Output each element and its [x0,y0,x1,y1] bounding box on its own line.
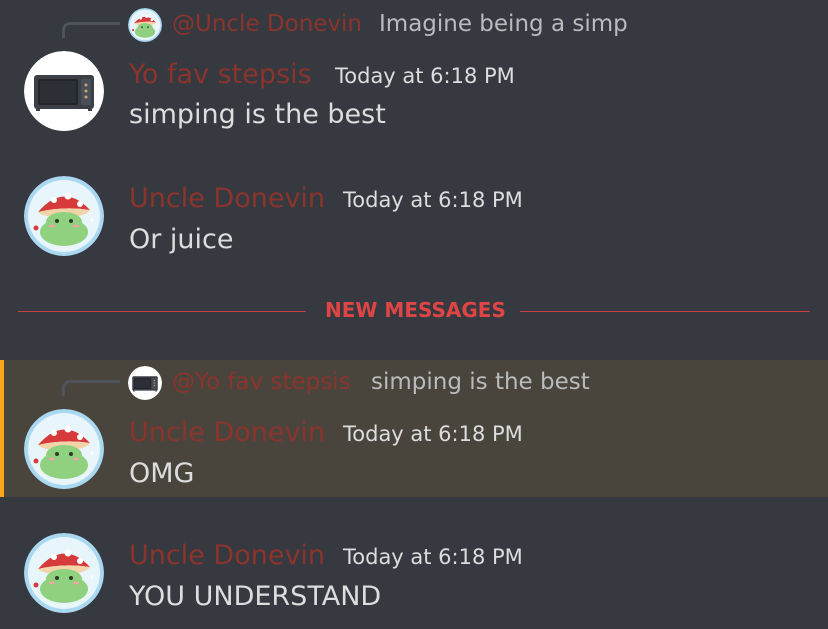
chat-messages: @Uncle Donevin Imagine being a simp Yo f… [0,0,828,629]
message-author[interactable]: Uncle Donevin [129,185,325,212]
message-author[interactable]: Uncle Donevin [129,542,325,569]
new-messages-label: NEW MESSAGES [325,298,506,322]
reply-text[interactable]: simping is the best [371,371,590,394]
message[interactable]: Uncle Donevin Today at 6:18 PM Or juice [0,160,828,270]
message-timestamp: Today at 6:18 PM [343,188,523,212]
reply-connector [62,380,120,396]
reply-text[interactable]: Imagine being a simp [379,13,628,36]
reply-author[interactable]: @Uncle Donevin [172,13,362,36]
message-author[interactable]: Yo fav stepsis [129,61,312,88]
message-content: YOU UNDERSTAND [129,581,382,612]
reply-avatar-frog-icon[interactable] [128,8,162,42]
reply-avatar-microwave-icon[interactable] [128,366,162,400]
message-timestamp: Today at 6:18 PM [335,64,515,88]
message[interactable]: Uncle Donevin Today at 6:18 PM YOU UNDER… [0,515,828,629]
avatar-frog-icon[interactable] [24,533,104,613]
reply-connector [62,22,120,38]
message-timestamp: Today at 6:18 PM [343,545,523,569]
avatar-frog-icon[interactable] [24,176,104,256]
avatar-microwave-icon[interactable] [24,51,104,131]
divider-line [520,311,810,312]
message-timestamp: Today at 6:18 PM [343,422,523,446]
message-content: Or juice [129,224,234,255]
message-content: simping is the best [129,99,386,130]
avatar-frog-icon[interactable] [24,409,104,489]
divider-line [18,311,306,312]
message-mention-highlighted[interactable]: @Yo fav stepsis simping is the best Uncl… [0,360,828,497]
message[interactable]: @Uncle Donevin Imagine being a simp Yo f… [0,0,828,150]
message-content: OMG [129,458,195,489]
reply-author[interactable]: @Yo fav stepsis [172,371,351,394]
message-author[interactable]: Uncle Donevin [129,419,325,446]
new-messages-divider: NEW MESSAGES [18,298,810,326]
